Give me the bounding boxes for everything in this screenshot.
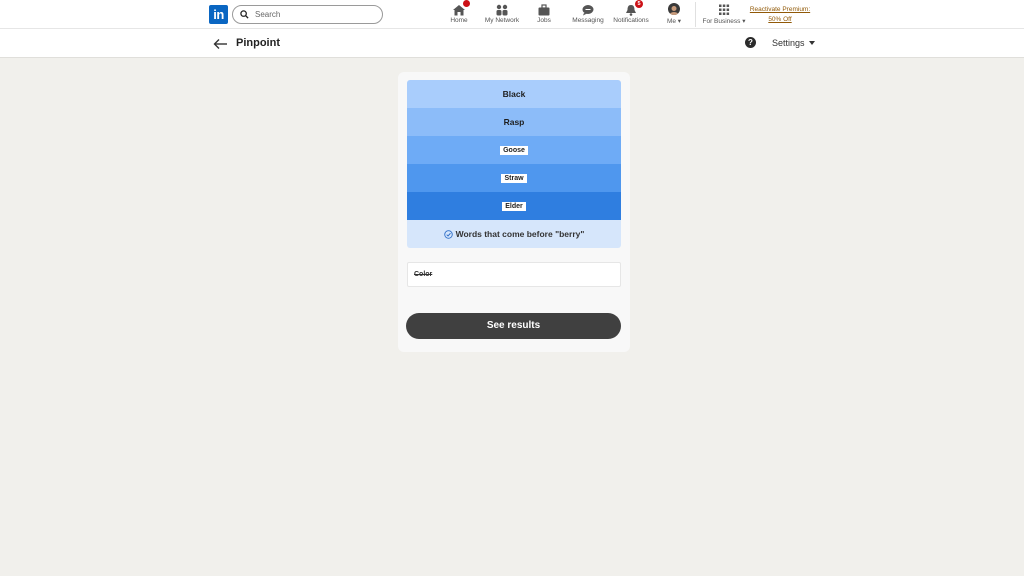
clue-row-4: Straw [407,164,621,192]
back-arrow-icon[interactable] [213,37,229,49]
clue-row-3: Goose [407,136,621,164]
avatar [668,3,680,15]
nav-my-network[interactable]: My Network [482,3,522,27]
nav-me-label: Me ▾ [666,18,682,25]
clue-text: Rasp [503,117,525,127]
chevron-down-icon [808,41,815,45]
reactivate-premium-link[interactable]: Reactivate Premium: 50% Off [748,5,812,24]
global-nav: in Home My Network Jobs Messaging 5 [0,0,1024,29]
premium-line-1: Reactivate Premium: [749,6,811,13]
clue-row-2: Rasp [407,108,621,136]
nav-me[interactable]: Me ▾ [664,3,684,27]
nav-jobs[interactable]: Jobs [534,3,554,27]
clue-row-5: Elder [407,192,621,220]
clue-chip: Elder [502,201,526,211]
guess-history-item: Color [407,262,621,287]
nav-notifications[interactable]: 5 Notifications [612,0,650,27]
home-badge [463,0,470,7]
nav-home-label: Home [450,17,468,24]
clue-chip: Goose [500,145,528,155]
grid-icon [717,3,731,15]
answer-banner: Words that come before "berry" [407,220,621,248]
wrong-guess-text: Color [414,271,433,278]
clue-stack: Black Rasp Goose Straw Elder Words that … [407,80,621,248]
nav-messaging[interactable]: Messaging [571,3,605,27]
me-dropdown-caret-icon: ▾ [677,18,682,25]
briefcase-icon [537,3,551,16]
home-icon [452,0,470,16]
nav-messaging-label: Messaging [572,17,604,24]
page-title: Pinpoint [236,37,280,49]
see-results-button[interactable]: See results [406,313,621,339]
bell-icon: 5 [624,0,643,16]
network-icon [495,3,509,16]
clue-row-1: Black [407,80,621,108]
nav-for-business-label: For Business ▾ [702,18,746,25]
answer-text: Words that come before "berry" [455,229,585,239]
search-icon [240,10,249,19]
game-header: Pinpoint ? Settings [0,29,1024,58]
pinpoint-game-card: Black Rasp Goose Straw Elder Words that … [398,72,630,352]
nav-home[interactable]: Home [449,0,470,27]
nav-my-network-label: My Network [484,17,520,24]
nav-for-business[interactable]: For Business ▾ [702,3,746,27]
search-input[interactable] [255,10,365,19]
notifications-badge: 5 [635,0,643,8]
messaging-icon [581,3,595,16]
help-icon[interactable]: ? [745,37,756,48]
nav-notifications-label: Notifications [613,17,649,24]
check-circle-icon [443,229,453,239]
settings-label: Settings [772,38,805,48]
clue-text: Black [502,89,526,99]
nav-divider [695,2,696,27]
business-dropdown-caret-icon: ▾ [742,18,746,25]
search-box[interactable] [232,5,383,24]
settings-dropdown[interactable]: Settings [772,38,815,48]
linkedin-logo[interactable]: in [209,5,228,24]
clue-chip: Straw [501,173,527,183]
nav-jobs-label: Jobs [537,17,551,24]
premium-line-2: 50% Off [768,15,792,23]
